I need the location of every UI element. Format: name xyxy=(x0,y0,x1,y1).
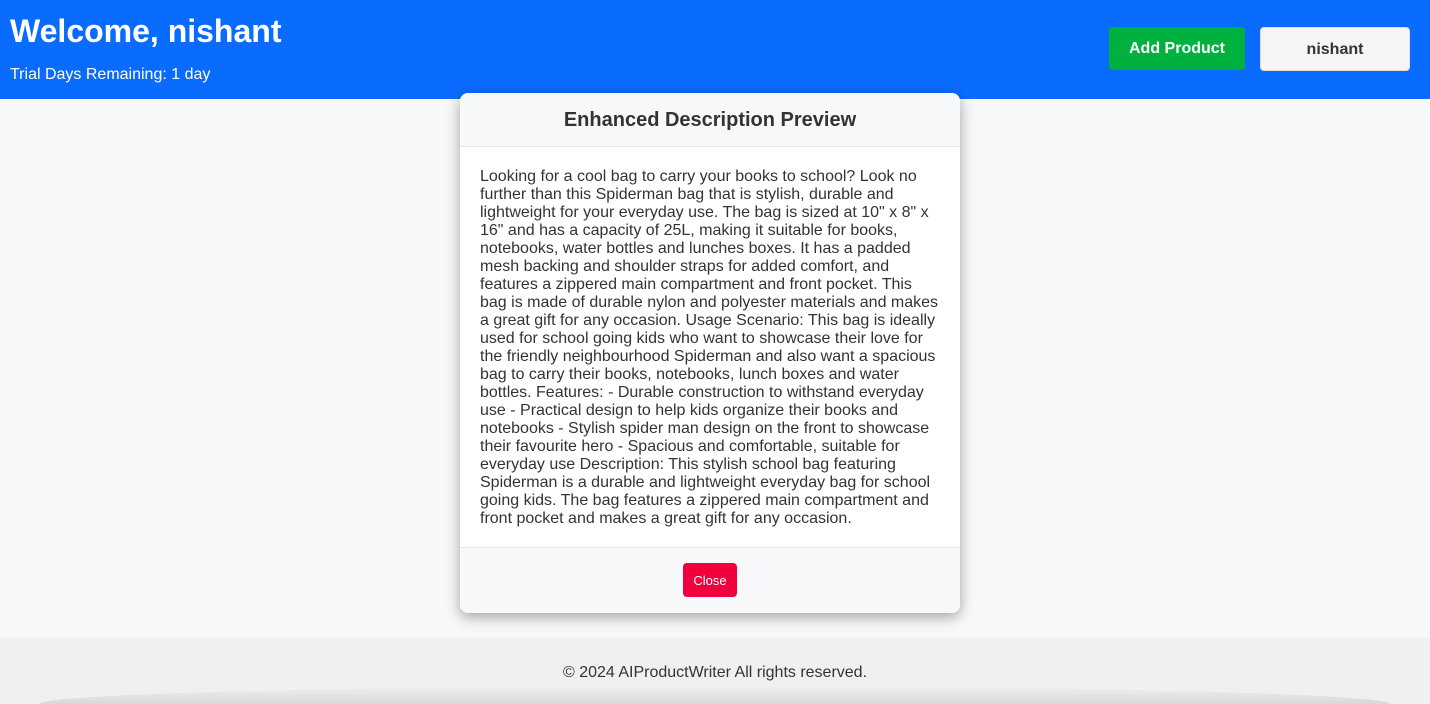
user-menu-button[interactable]: nishant xyxy=(1260,27,1410,71)
modal-title: Enhanced Description Preview xyxy=(563,109,857,131)
trial-days-text: Trial Days Remaining: 1 day xyxy=(10,66,211,83)
add-product-button[interactable]: Add Product xyxy=(1109,27,1245,70)
description-preview-modal: Enhanced Description Preview Looking for… xyxy=(460,93,960,613)
modal-header: Enhanced Description Preview xyxy=(460,93,960,147)
footer-shadow xyxy=(40,686,1390,704)
close-button[interactable]: Close xyxy=(683,563,737,597)
modal-footer: Close xyxy=(460,547,960,613)
top-header: Welcome, nishant Trial Days Remaining: 1… xyxy=(0,0,1430,99)
welcome-heading: Welcome, nishant xyxy=(10,13,282,49)
enhanced-description-text: Looking for a cool bag to carry your boo… xyxy=(480,168,939,527)
page-footer: © 2024 AIProductWriter All rights reserv… xyxy=(0,638,1430,704)
copyright-text: © 2024 AIProductWriter All rights reserv… xyxy=(562,664,868,681)
